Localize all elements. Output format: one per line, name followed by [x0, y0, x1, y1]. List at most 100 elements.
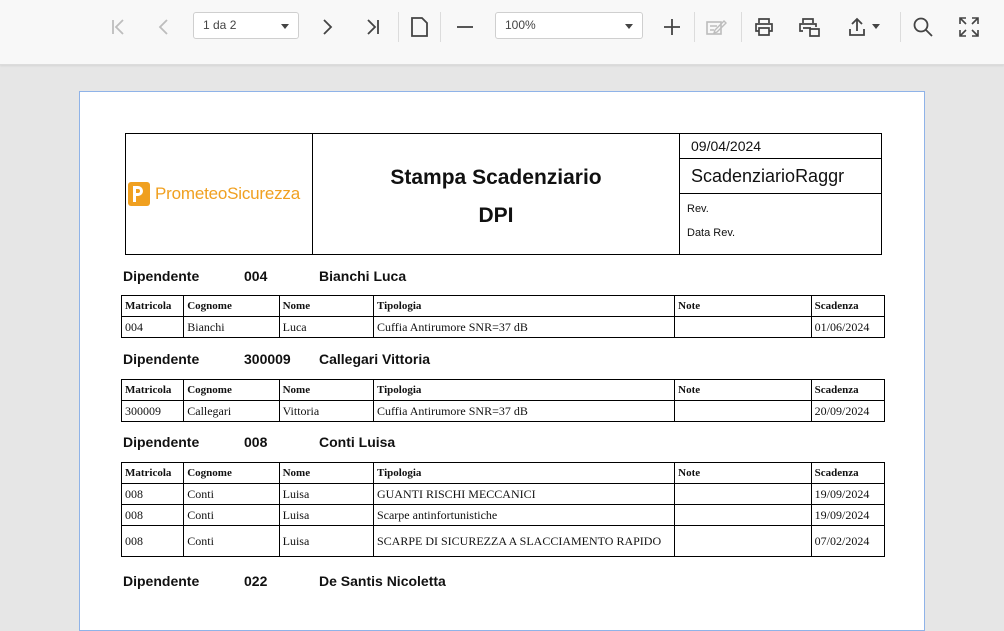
dpi-table: Matricola Cognome Nome Tipologia Note Scadenz…	[120, 379, 886, 422]
single-page-button[interactable]	[401, 10, 437, 44]
cell-scadenza: 01/06/2024	[810, 316, 886, 338]
column-header-scadenza: Scadenza	[810, 295, 886, 317]
column-header-nome: Nome	[278, 379, 374, 401]
first-page-button[interactable]	[100, 10, 136, 44]
edit-form-button[interactable]	[699, 10, 735, 44]
search-icon	[913, 17, 933, 37]
table-header-row: Matricola Cognome Nome Tipologia Note Scadenz…	[120, 295, 886, 317]
print-page-button[interactable]	[792, 10, 828, 44]
employee-name: Callegari Vittoria	[319, 351, 431, 367]
cell-matricola: 004	[120, 316, 185, 338]
cell-matricola: 008	[120, 525, 185, 557]
edit-form-icon	[706, 20, 727, 35]
prev-page-button[interactable]	[146, 10, 182, 44]
next-page-button[interactable]	[309, 10, 345, 44]
dpi-table: Matricola Cognome Nome Tipologia Note Scadenz…	[120, 295, 886, 338]
employee-label: Dipendente	[123, 351, 200, 367]
report-date: 09/04/2024	[680, 134, 881, 159]
cell-tipologia: Scarpe antinfortunistiche	[372, 504, 676, 526]
table-header-row: Matricola Cognome Nome Tipologia Note Scadenz…	[120, 462, 886, 484]
cell-note	[674, 400, 812, 422]
column-header-scadenza: Scadenza	[810, 462, 886, 484]
toolbar-divider	[900, 12, 901, 42]
chevron-down-icon	[625, 24, 633, 29]
cell-scadenza: 20/09/2024	[810, 400, 886, 422]
toolbar-divider	[741, 12, 742, 42]
cell-matricola: 008	[120, 504, 185, 526]
column-header-cognome: Cognome	[183, 295, 280, 317]
logo-cell: PrometeoSicurezza	[126, 134, 313, 254]
column-header-note: Note	[674, 295, 812, 317]
table-row: 004 Bianchi Luca Cuffia Antirumore SNR=37 d…	[120, 316, 886, 338]
cell-nome: Luisa	[278, 483, 374, 505]
column-header-matricola: Matricola	[120, 462, 185, 484]
toolbar-divider	[440, 12, 441, 42]
column-header-note: Note	[674, 462, 812, 484]
table-header-row: Matricola Cognome Nome Tipologia Note Scadenz…	[120, 379, 886, 401]
zoom-in-icon	[664, 19, 680, 35]
employee-label: Dipendente	[123, 573, 200, 589]
page-select[interactable]: 1 da 2	[193, 12, 299, 39]
first-page-icon	[112, 19, 124, 35]
cell-scadenza: 19/09/2024	[810, 504, 886, 526]
zoom-out-icon	[457, 26, 473, 28]
page-select-value: 1 da 2	[203, 18, 237, 32]
export-button[interactable]	[840, 10, 886, 44]
data-rev-label: Data Rev.	[687, 227, 736, 239]
employee-id: 004	[244, 268, 268, 284]
print-button[interactable]	[746, 10, 782, 44]
column-header-note: Note	[674, 379, 812, 401]
table-row: 300009 Callegari Vittoria Cuffia Antirumore…	[120, 400, 886, 422]
cell-nome: Luisa	[278, 525, 374, 557]
cell-scadenza: 07/02/2024	[810, 525, 886, 557]
print-icon	[755, 18, 773, 36]
report-title: Stampa Scadenziario	[390, 166, 602, 189]
employee-label: Dipendente	[123, 434, 200, 450]
chevron-down-icon	[871, 24, 880, 29]
column-header-scadenza: Scadenza	[810, 379, 886, 401]
cell-nome: Vittoria	[278, 400, 374, 422]
employee-name: De Santis Nicoletta	[319, 573, 446, 589]
employee-id: 022	[244, 573, 268, 589]
report-page: PrometeoSicurezza Stampa Scadenziario DP…	[79, 91, 925, 631]
column-header-nome: Nome	[278, 462, 374, 484]
report-header: PrometeoSicurezza Stampa Scadenziario DP…	[125, 133, 882, 255]
column-header-nome: Nome	[278, 295, 374, 317]
cell-tipologia: Cuffia Antirumore SNR=37 dB	[372, 316, 676, 338]
zoom-in-button[interactable]	[654, 10, 690, 44]
cell-matricola: 008	[120, 483, 185, 505]
print-page-icon	[799, 18, 820, 37]
cell-cognome: Callegari	[183, 400, 280, 422]
employee-name: Bianchi Luca	[319, 268, 407, 284]
employee-id: 300009	[244, 351, 291, 367]
zoom-out-button[interactable]	[447, 10, 483, 44]
cell-tipologia: Cuffia Antirumore SNR=37 dB	[372, 400, 676, 422]
column-header-cognome: Cognome	[183, 462, 280, 484]
logo-text: PrometeoSicurezza	[155, 184, 300, 203]
title-cell: Stampa Scadenziario DPI	[313, 134, 680, 254]
fullscreen-icon	[959, 17, 979, 37]
cell-nome: Luca	[278, 316, 374, 338]
logo-mark-icon	[128, 182, 150, 206]
rev-label: Rev.	[687, 203, 709, 215]
prev-page-icon	[158, 19, 168, 35]
cell-scadenza: 19/09/2024	[810, 483, 886, 505]
toolbar-divider	[398, 12, 399, 42]
fullscreen-button[interactable]	[951, 10, 987, 44]
report-code: ScadenziarioRaggr	[680, 159, 881, 194]
column-header-matricola: Matricola	[120, 379, 185, 401]
last-page-icon	[367, 19, 379, 35]
report-subtitle: DPI	[478, 204, 514, 227]
column-header-cognome: Cognome	[183, 379, 280, 401]
last-page-button[interactable]	[355, 10, 391, 44]
cell-note	[674, 525, 812, 557]
search-button[interactable]	[905, 10, 941, 44]
single-page-icon	[411, 17, 428, 37]
toolbar-divider	[694, 12, 695, 42]
column-header-tipologia: Tipologia	[372, 379, 676, 401]
cell-note	[674, 504, 812, 526]
column-header-tipologia: Tipologia	[372, 295, 676, 317]
cell-cognome: Conti	[183, 504, 280, 526]
cell-cognome: Bianchi	[183, 316, 280, 338]
zoom-select[interactable]: 100%	[495, 12, 643, 39]
